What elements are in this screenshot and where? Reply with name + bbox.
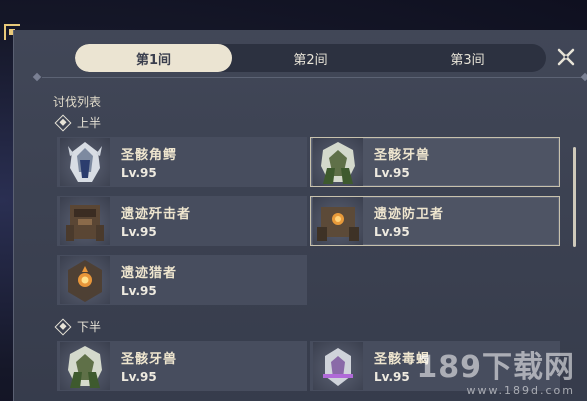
enemy-name: 遗迹防卫者	[374, 207, 445, 222]
enemy-name: 圣骸牙兽	[374, 148, 431, 163]
enemy-level: Lv.95	[121, 166, 157, 180]
tab-chamber-2[interactable]: 第2间	[232, 44, 389, 72]
sacred-tooth-beast-portrait-icon	[60, 342, 110, 390]
enemy-level: Lv.95	[121, 284, 157, 298]
enemy-list-title: 讨伐列表	[53, 95, 102, 109]
chamber-tabs: 第1间 第2间 第3间	[75, 44, 546, 72]
upper-half-label: 上半	[77, 116, 102, 130]
tab-chamber-3[interactable]: 第3间	[389, 44, 546, 72]
enemy-card[interactable]: 圣骸牙兽 Lv.95	[57, 341, 307, 391]
sacred-tooth-beast-portrait-icon	[313, 138, 363, 186]
list-scrollbar[interactable]	[573, 147, 576, 247]
enemy-name: 圣骸牙兽	[121, 352, 178, 367]
close-icon	[557, 48, 575, 66]
close-button[interactable]	[555, 46, 577, 68]
sacred-horned-croc-portrait-icon	[60, 138, 110, 186]
game-screen: 第1间 第2间 第3间 讨伐列表 上半 圣骸角鳄 Lv.95 圣骸牙兽 Lv.9…	[0, 0, 587, 401]
ruin-defender-portrait-icon	[313, 197, 363, 245]
enemy-name: 遗迹猎者	[121, 266, 178, 281]
watermark-main: 189下载网	[416, 350, 575, 385]
site-watermark: 189下载网 www.189d.com	[416, 350, 575, 398]
enemy-card[interactable]: 遗迹猎者 Lv.95	[57, 255, 307, 305]
header-divider	[32, 72, 587, 82]
enemy-level: Lv.95	[374, 225, 410, 239]
upper-half-header: 上半	[54, 114, 102, 131]
enemy-card[interactable]: 遗迹防卫者 Lv.95	[310, 196, 560, 246]
enemy-name: 圣骸角鳄	[121, 148, 178, 163]
sacred-scorpion-portrait-icon	[313, 342, 363, 390]
watermark-url: www.189d.com	[466, 384, 575, 397]
diamond-icon	[54, 318, 72, 335]
enemy-level: Lv.95	[121, 370, 157, 384]
enemy-name: 遗迹歼击者	[121, 207, 192, 222]
enemy-card[interactable]: 圣骸牙兽 Lv.95	[310, 137, 560, 187]
tab-chamber-1[interactable]: 第1间	[75, 44, 232, 72]
abyss-chamber-panel: 第1间 第2间 第3间 讨伐列表 上半 圣骸角鳄 Lv.95 圣骸牙兽 Lv.9…	[13, 30, 587, 401]
enemy-card[interactable]: 圣骸角鳄 Lv.95	[57, 137, 307, 187]
lower-half-header: 下半	[54, 318, 102, 335]
enemy-level: Lv.95	[121, 225, 157, 239]
diamond-icon	[54, 114, 72, 131]
ruin-hunter-portrait-icon	[60, 256, 110, 304]
enemy-card[interactable]: 遗迹歼击者 Lv.95	[57, 196, 307, 246]
enemy-level: Lv.95	[374, 166, 410, 180]
lower-half-label: 下半	[77, 320, 102, 334]
ruin-destroyer-portrait-icon	[60, 197, 110, 245]
